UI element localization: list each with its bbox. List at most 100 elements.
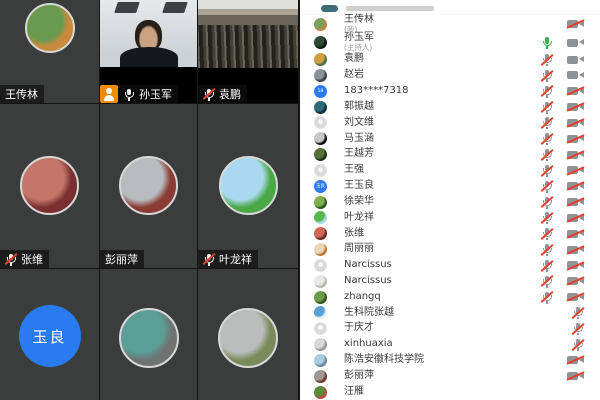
status-icons [541, 227, 584, 240]
participant-row[interactable]: Narcissus [300, 273, 600, 289]
participant-row[interactable]: 彭丽萍 [300, 368, 600, 384]
participant-avatar [314, 53, 327, 66]
participant-name: 王强 [344, 165, 364, 176]
status-icons [567, 354, 584, 367]
tile-name-text: 张维 [21, 251, 43, 267]
video-grid: 王传林孙玉军 袁鹏张维 彭丽萍叶龙祥玉良 [0, 0, 300, 400]
participant-avatar [314, 259, 327, 272]
status-icons [541, 180, 584, 193]
participant-avatar: 玉良 [314, 180, 327, 193]
participant-name: 王玉良 [344, 181, 374, 192]
status-icons [541, 116, 584, 129]
participant-name: 叶龙祥 [344, 213, 374, 224]
participant-row[interactable]: zhangq [300, 289, 600, 305]
partial-avatar [321, 5, 338, 12]
status-icons [541, 53, 584, 66]
participant-row[interactable]: 王强 [300, 163, 600, 179]
photo-avatar [119, 308, 179, 368]
mic-muted-icon [541, 164, 553, 177]
camera-on-icon [567, 69, 584, 82]
participant-row[interactable]: 周丽丽 [300, 242, 600, 258]
participant-avatar [314, 101, 327, 114]
participant-name: 刘文维 [344, 118, 374, 129]
photo-avatar [20, 156, 79, 215]
camera-on-icon [567, 36, 584, 49]
participant-name: 马玉涵 [344, 134, 374, 145]
initials-avatar: 玉良 [19, 305, 81, 367]
participant-name: 陈浩安徽科技学院 [344, 355, 424, 366]
participant-row[interactable]: 赵岩 [300, 68, 600, 84]
status-icons [567, 18, 584, 31]
participant-row[interactable]: 徐荣华 [300, 194, 600, 210]
participant-row[interactable]: 王传林 (我) [300, 15, 600, 33]
mic-muted-icon [541, 275, 553, 288]
video-tile[interactable] [198, 269, 298, 400]
participant-avatar [314, 211, 327, 224]
participant-row[interactable]: Narcissus [300, 258, 600, 274]
photo-avatar [25, 3, 75, 53]
participant-name: 赵岩 [344, 70, 364, 81]
participant-avatar [314, 370, 327, 383]
window-shape [114, 2, 140, 13]
mic-muted-icon [541, 291, 553, 304]
video-tile[interactable]: 玉良 [0, 269, 99, 400]
participant-avatar [314, 116, 327, 129]
participant-row[interactable]: 18 183****7318 [300, 83, 600, 99]
camera-off-icon [567, 85, 584, 98]
status-icons [541, 291, 584, 304]
participant-row[interactable]: 孙玉军 (主持人) [300, 33, 600, 51]
participant-row[interactable]: 玉良 王玉良 [300, 178, 600, 194]
participant-row[interactable]: 张维 [300, 226, 600, 242]
participant-row[interactable]: 马玉涵 [300, 131, 600, 147]
camera-off-icon [567, 291, 584, 304]
video-tile[interactable]: 孙玉军 [100, 0, 197, 103]
mic-muted-icon [572, 322, 584, 335]
participant-row[interactable]: xinhuaxia [300, 337, 600, 353]
participant-row[interactable]: 刘文维 [300, 115, 600, 131]
partial-row-cutoff [300, 0, 600, 15]
participant-row[interactable]: 郭振越 [300, 99, 600, 115]
video-tile[interactable]: 叶龙祥 [198, 104, 298, 268]
participant-row[interactable]: 王越芳 [300, 147, 600, 163]
participant-list[interactable]: 王传林 (我) 孙玉军 (主持人) 袁鹏 赵岩 18 183****7318 [300, 15, 600, 400]
participant-row[interactable]: 汪雁 [300, 384, 600, 400]
tile-name-text: 袁鹏 [219, 86, 241, 102]
video-feed-classroom [198, 0, 298, 68]
window-shape [162, 2, 188, 13]
tile-name-label: 张维 [0, 250, 49, 268]
video-tile[interactable] [100, 269, 197, 400]
video-tile[interactable]: 王传林 [0, 0, 99, 103]
camera-off-icon [567, 116, 584, 129]
mic-muted-icon [541, 211, 553, 224]
participant-row[interactable]: 生科院张越 [300, 305, 600, 321]
participant-avatar [314, 291, 327, 304]
status-icons [541, 69, 584, 82]
participant-name: 周丽丽 [344, 244, 374, 255]
person-body [120, 47, 178, 69]
video-tile[interactable]: 彭丽萍 [100, 104, 197, 268]
video-tile[interactable]: 张维 [0, 104, 99, 268]
video-tile[interactable]: 袁鹏 [198, 0, 298, 103]
status-icons [541, 148, 584, 161]
participant-name: 汪雁 [344, 387, 364, 398]
photo-avatar [219, 156, 278, 215]
mic-muted-icon [5, 253, 17, 266]
participant-avatar [314, 132, 327, 145]
mic-muted-icon [541, 243, 553, 256]
mic-muted-icon [541, 85, 553, 98]
mic-muted-icon [541, 116, 553, 129]
host-person-badge-icon [100, 85, 118, 103]
status-icons [541, 243, 584, 256]
participant-row[interactable]: 陈浩安徽科技学院 [300, 352, 600, 368]
mic-muted-icon [541, 196, 553, 209]
participant-avatar [314, 196, 327, 209]
mic-muted-icon [541, 132, 553, 145]
participant-row[interactable]: 袁鹏 [300, 52, 600, 68]
participant-row[interactable]: 于庆才 [300, 321, 600, 337]
participant-name: 于庆才 [344, 323, 374, 334]
camera-off-icon [567, 164, 584, 177]
tile-name-text: 孙玉军 [139, 86, 172, 102]
participant-row[interactable]: 叶龙祥 [300, 210, 600, 226]
mic-muted-icon [541, 101, 553, 114]
status-icons [541, 101, 584, 114]
